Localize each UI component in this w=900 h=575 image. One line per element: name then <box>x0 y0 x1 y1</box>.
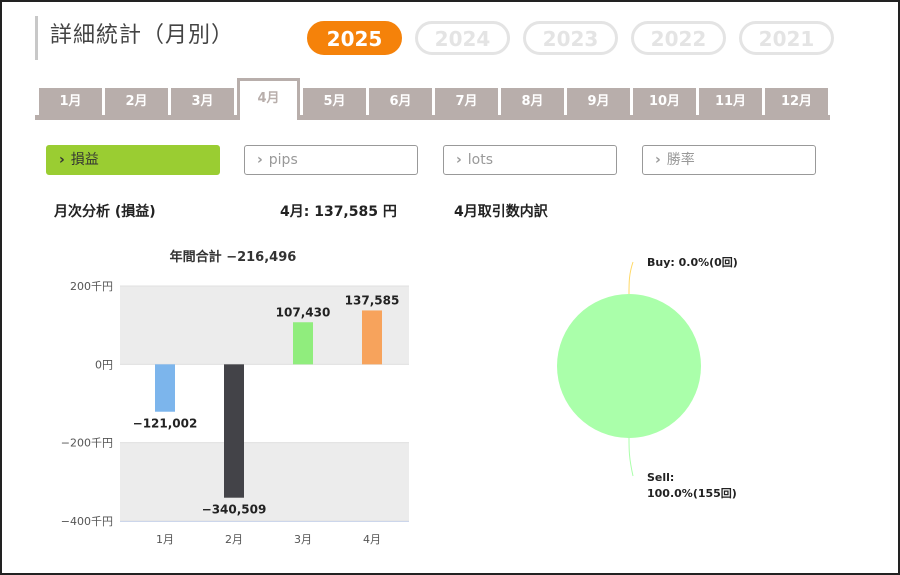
pie-connector-sell <box>628 437 634 477</box>
charts-canvas: 200千円 0円 −200千円 −400千円 年間合計 −216,496 −121,002… <box>61 249 738 546</box>
x-tick-label: 3月 <box>294 533 312 546</box>
bar-3 <box>293 322 313 365</box>
x-tick-label: 2月 <box>225 533 243 546</box>
y-tick-label: −200千円 <box>61 437 113 450</box>
pie-label-sell-value: 100.0%(155回) <box>647 486 737 500</box>
chart-title: 年間合計 −216,496 <box>170 249 297 265</box>
bar-1 <box>155 364 175 412</box>
bar-value-label: −121,002 <box>133 417 198 431</box>
bar-value-label: 137,585 <box>345 293 400 307</box>
pie-label-buy: Buy: 0.0%(0回) <box>647 255 738 269</box>
bar-4 <box>362 310 382 365</box>
y-tick-label: −400千円 <box>61 515 113 528</box>
bar-value-label: −340,509 <box>202 503 267 517</box>
pie-label-sell: Sell: <box>647 471 674 484</box>
y-tick-label: 0円 <box>95 358 113 371</box>
bar-value-label: 107,430 <box>276 305 331 319</box>
page-frame: 詳細統計（月別） 2025 2024 2023 2022 2021 1月 2月 3月 4月 5月… <box>0 0 900 575</box>
pie-connector-buy <box>628 261 634 295</box>
x-tick-label: 4月 <box>363 533 381 546</box>
x-tick-label: 1月 <box>156 533 174 546</box>
pie-slice-sell <box>557 294 701 438</box>
bar-2 <box>224 364 244 498</box>
y-tick-label: 200千円 <box>70 280 113 293</box>
